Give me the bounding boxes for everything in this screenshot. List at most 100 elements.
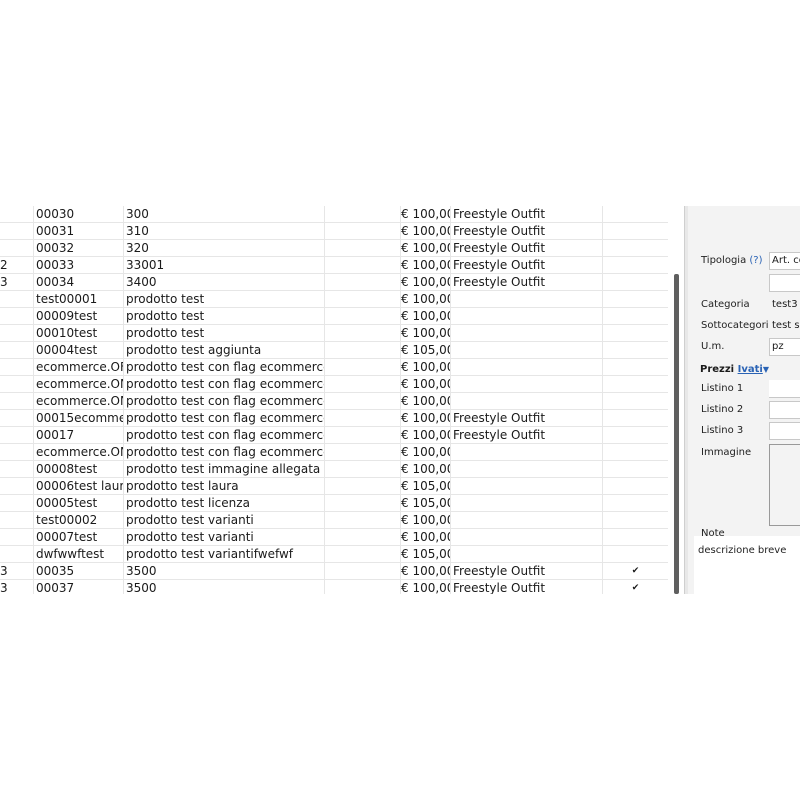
table-row[interactable]: 00031 310 € 100,00 Freestyle Outfit xyxy=(0,223,668,240)
table-row[interactable]: 00006test laura prodotto test laura € 105,… xyxy=(0,478,668,495)
empty-cell xyxy=(325,563,401,579)
listino2-field[interactable] xyxy=(769,401,800,419)
product-description: prodotto test con flag ecommerce on4 xyxy=(126,410,325,426)
product-price: € 100,00 xyxy=(401,529,451,545)
product-brand xyxy=(451,342,603,358)
product-price: € 100,00 xyxy=(401,359,451,375)
tipologia-extra-field[interactable] xyxy=(769,274,800,292)
row-prefix: 3 xyxy=(0,563,34,579)
grid-scrollbar[interactable] xyxy=(674,274,679,594)
product-description: prodotto test aggiunta xyxy=(124,342,325,358)
product-code: 00032 xyxy=(34,240,124,256)
tipologia-help-link[interactable]: (?) xyxy=(749,255,762,266)
product-code: test00002 xyxy=(34,512,124,528)
product-code: 00030 xyxy=(34,206,124,222)
ecommerce-flag xyxy=(603,529,668,545)
product-description: prodotto test con flag ecommerce on4 xyxy=(126,427,325,443)
table-row[interactable]: 00009test prodotto test € 100,00 xyxy=(0,308,668,325)
caret-down-icon[interactable]: ▼ xyxy=(763,365,769,374)
table-row[interactable]: 00017prodotto test con flag ecommerce on… xyxy=(0,427,668,444)
product-price: € 100,00 xyxy=(401,274,451,290)
row-prefix xyxy=(0,240,34,256)
product-price: € 100,00 xyxy=(401,206,451,222)
table-row[interactable]: ecommerce.ON prodotto test con flag ecomm… xyxy=(0,376,668,393)
row-prefix xyxy=(0,410,34,426)
table-row[interactable]: dwfwwftest prodotto test variantifwefwf € … xyxy=(0,546,668,563)
listino2-label: Listino 2 xyxy=(701,404,744,415)
table-row[interactable]: 00032 320 € 100,00 Freestyle Outfit xyxy=(0,240,668,257)
table-row[interactable]: 00015ecommerceprodotto test con flag eco… xyxy=(0,410,668,427)
product-brand xyxy=(451,478,603,494)
empty-cell xyxy=(325,393,401,409)
product-brand xyxy=(451,495,603,511)
listino3-label: Listino 3 xyxy=(701,425,744,436)
table-row[interactable]: 3 00035 3500 € 100,00 Freestyle Outfit ✔ xyxy=(0,563,668,580)
ivati-dropdown[interactable]: Ivati xyxy=(738,364,763,375)
product-description: prodotto test licenza xyxy=(124,495,325,511)
row-prefix xyxy=(0,342,34,358)
ecommerce-flag xyxy=(603,291,668,307)
product-code: test00001 xyxy=(34,291,124,307)
empty-cell xyxy=(325,444,401,460)
ecommerce-flag xyxy=(603,206,668,222)
row-prefix xyxy=(0,325,34,341)
product-code: 00006test laura xyxy=(36,478,124,494)
row-prefix xyxy=(0,478,34,494)
product-code: ecommerce.ON3 xyxy=(34,444,124,460)
listino3-field[interactable] xyxy=(769,422,800,440)
product-code: 00035 xyxy=(34,563,124,579)
product-description: prodotto test con flag ecommerce off xyxy=(126,359,325,375)
product-description: prodotto test xyxy=(124,325,325,341)
product-description: 320 xyxy=(124,240,325,256)
ecommerce-flag xyxy=(603,359,668,375)
image-dropzone[interactable] xyxy=(769,444,800,526)
product-code: 00015ecommerce xyxy=(34,410,124,426)
table-row[interactable]: 3 00034 3400 € 100,00 Freestyle Outfit xyxy=(0,274,668,291)
categoria-label: Categoria xyxy=(701,299,750,310)
table-row[interactable]: ecommerce.OFFprodotto test con flag ecom… xyxy=(0,359,668,376)
product-brand xyxy=(451,359,603,375)
product-price: € 100,00 xyxy=(401,393,451,409)
product-brand: Freestyle Outfit xyxy=(451,240,603,256)
row-prefix xyxy=(0,206,34,222)
table-row[interactable]: ecommerce.ON3prodotto test con flag ecom… xyxy=(0,444,668,461)
empty-cell xyxy=(325,240,401,256)
table-row[interactable]: 00008test prodotto test immagine allegata… xyxy=(0,461,668,478)
product-brand: Freestyle Outfit xyxy=(451,274,603,290)
product-price: € 105,00 xyxy=(401,495,451,511)
empty-cell xyxy=(325,223,401,239)
table-row[interactable]: test00002 prodotto test varianti € 100,00 xyxy=(0,512,668,529)
row-prefix xyxy=(0,546,34,562)
row-prefix xyxy=(0,291,34,307)
listino1-field[interactable] xyxy=(769,380,800,398)
tipologia-label: Tipologia (?) xyxy=(701,255,763,266)
um-field[interactable]: pz xyxy=(769,338,800,356)
table-row[interactable]: 00030 300 € 100,00 Freestyle Outfit xyxy=(0,206,668,223)
empty-cell xyxy=(325,359,401,375)
tipologia-field[interactable]: Art. co xyxy=(769,252,800,270)
ecommerce-flag: ✔ xyxy=(631,566,640,576)
table-row[interactable]: 3 00037 3500 € 100,00 Freestyle Outfit ✔ xyxy=(0,580,668,594)
table-row[interactable]: ecommerce.ON2prodotto test con flag ecom… xyxy=(0,393,668,410)
table-row[interactable]: 00005test prodotto test licenza € 105,00 xyxy=(0,495,668,512)
product-brand xyxy=(451,291,603,307)
table-row[interactable]: 00010test prodotto test € 100,00 xyxy=(0,325,668,342)
product-description: prodotto test con flag ecommerce one xyxy=(126,444,325,460)
product-description: prodotto test varianti xyxy=(124,529,325,545)
row-prefix: 3 xyxy=(0,274,34,290)
ecommerce-flag xyxy=(603,308,668,324)
table-row[interactable]: 00007test prodotto test varianti € 100,00 xyxy=(0,529,668,546)
product-code: 00033 xyxy=(34,257,124,273)
sottocategoria-field[interactable]: test s xyxy=(769,317,800,335)
row-prefix xyxy=(0,376,34,392)
table-row[interactable]: test00001 prodotto test € 100,00 xyxy=(0,291,668,308)
product-price: € 105,00 xyxy=(401,478,451,494)
categoria-field[interactable]: test3 xyxy=(769,296,800,314)
table-row[interactable]: 00004test prodotto test aggiunta € 105,00 xyxy=(0,342,668,359)
product-code: ecommerce.ON2 xyxy=(34,393,124,409)
ecommerce-flag xyxy=(603,376,668,392)
product-code: 00034 xyxy=(34,274,124,290)
table-row[interactable]: 2 00033 33001 € 100,00 Freestyle Outfit xyxy=(0,257,668,274)
product-price: € 100,00 xyxy=(401,512,451,528)
product-brand xyxy=(451,308,603,324)
